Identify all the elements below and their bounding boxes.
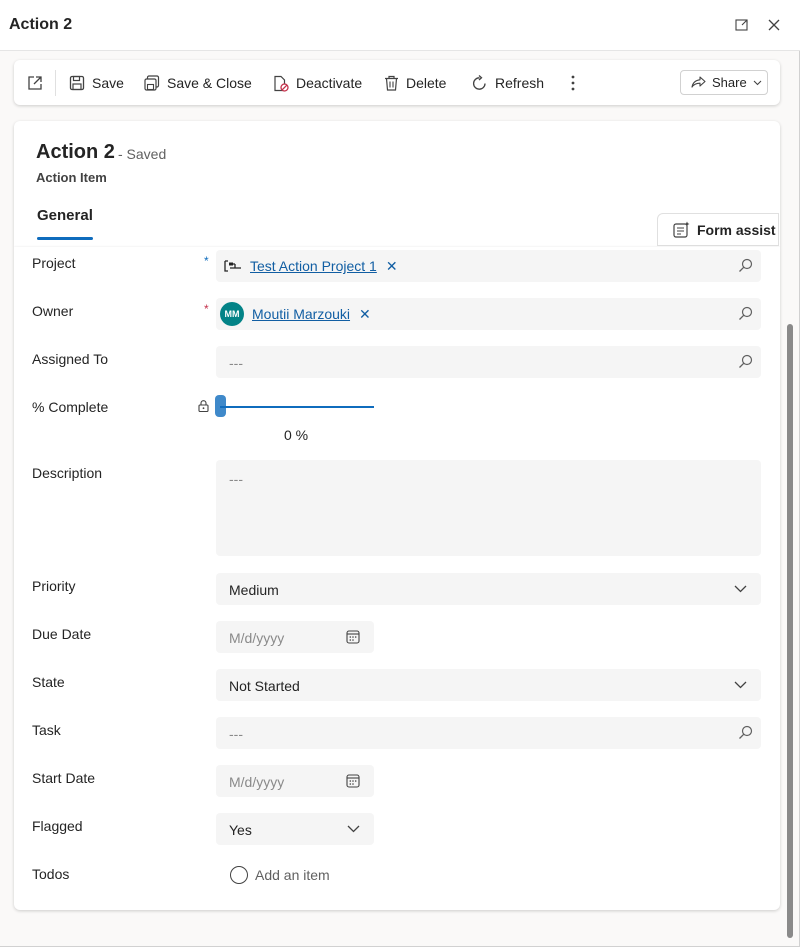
assigned-to-placeholder: ---: [229, 355, 243, 371]
state-value: Not Started: [229, 678, 300, 694]
share-button[interactable]: Share: [680, 70, 768, 95]
project-tag: Test Action Project 1 ✕: [224, 256, 398, 276]
owner-link[interactable]: Moutii Marzouki: [252, 306, 350, 322]
priority-value: Medium: [229, 582, 279, 598]
dialog-titlebar: Action 2: [0, 0, 800, 51]
description-placeholder: ---: [229, 471, 243, 487]
due-date-input[interactable]: M/d/yyyy: [216, 621, 374, 653]
search-icon[interactable]: [738, 354, 753, 369]
deactivate-label: Deactivate: [296, 75, 363, 91]
share-label: Share: [712, 75, 747, 90]
search-icon[interactable]: [738, 258, 753, 273]
delete-button[interactable]: Delete: [384, 72, 446, 94]
form-assist-label: Form assist: [697, 221, 776, 238]
task-lookup[interactable]: ---: [216, 717, 761, 749]
deactivate-button[interactable]: Deactivate: [272, 72, 362, 94]
search-icon[interactable]: [738, 725, 753, 740]
open-button[interactable]: [26, 72, 51, 94]
save-close-button[interactable]: Save & Close: [144, 72, 252, 94]
deactivate-icon: [274, 75, 289, 92]
start-date-placeholder: M/d/yyyy: [229, 774, 285, 790]
start-date-label: Start Date: [32, 770, 96, 786]
state-label: State: [32, 674, 65, 690]
save-icon: [69, 75, 85, 91]
percent-complete-value: 0 %: [284, 427, 309, 443]
save-label: Save: [92, 75, 124, 91]
flagged-label: Flagged: [32, 818, 83, 834]
priority-select[interactable]: Medium: [216, 573, 761, 605]
entity-name: Action Item: [36, 170, 107, 185]
priority-label: Priority: [32, 578, 76, 594]
due-date-placeholder: M/d/yyyy: [229, 630, 285, 646]
trash-icon: [385, 75, 398, 91]
close-button[interactable]: [764, 15, 784, 35]
share-icon: [691, 75, 706, 88]
open-in-new-window-icon: [735, 19, 748, 31]
form-assist-button[interactable]: Form assist: [657, 213, 779, 246]
owner-required-marker: *: [204, 302, 209, 316]
tab-selected-indicator: [37, 237, 93, 240]
task-label: Task: [32, 722, 61, 738]
command-bar: Save Save & Close Deactivate Delete Refr…: [14, 60, 780, 105]
chevron-down-icon: [347, 825, 360, 833]
chevron-down-icon: [734, 585, 747, 593]
due-date-label: Due Date: [32, 626, 92, 642]
lock-icon: [198, 400, 209, 412]
calendar-icon[interactable]: [346, 774, 360, 788]
description-label: Description: [32, 465, 103, 481]
add-todo-item[interactable]: Add an item: [230, 866, 330, 884]
flagged-value: Yes: [229, 822, 252, 838]
more-commands-button[interactable]: [570, 72, 583, 94]
avatar: MM: [220, 302, 244, 326]
percent-complete-slider-track[interactable]: [220, 406, 374, 408]
refresh-button[interactable]: Refresh: [471, 72, 544, 94]
assigned-to-lookup[interactable]: ---: [216, 346, 761, 378]
owner-tag: MM Moutii Marzouki ✕: [220, 302, 371, 326]
save-status: - Saved: [118, 146, 167, 162]
remove-owner-icon[interactable]: ✕: [359, 306, 371, 323]
refresh-label: Refresh: [495, 75, 545, 91]
percent-complete-label: % Complete: [32, 399, 109, 415]
chevron-down-icon: [753, 80, 762, 85]
popout-button[interactable]: [732, 15, 752, 35]
add-todo-label: Add an item: [255, 867, 330, 883]
project-icon: [224, 260, 241, 272]
open-icon: [28, 76, 42, 90]
toolbar-divider: [55, 70, 56, 96]
todos-label: Todos: [32, 866, 70, 882]
dialog-title: Action 2: [9, 16, 73, 33]
search-icon[interactable]: [738, 306, 753, 321]
start-date-input[interactable]: M/d/yyyy: [216, 765, 374, 797]
close-icon: [768, 19, 780, 31]
owner-lookup[interactable]: MM Moutii Marzouki ✕: [216, 298, 761, 330]
assigned-to-label: Assigned To: [32, 351, 109, 367]
record-dialog: Action 2 Save Save & Close Deactivate De…: [0, 0, 800, 947]
project-label: Project: [32, 255, 76, 271]
calendar-icon[interactable]: [346, 630, 360, 644]
project-recommended-marker: *: [204, 254, 209, 268]
save-close-icon: [144, 75, 160, 91]
state-select[interactable]: Not Started: [216, 669, 761, 701]
circle-icon: [230, 866, 248, 884]
tab-general[interactable]: General: [37, 207, 93, 224]
project-link[interactable]: Test Action Project 1: [250, 258, 377, 274]
percent-complete-slider-thumb[interactable]: [215, 395, 226, 417]
save-close-label: Save & Close: [167, 75, 252, 91]
flagged-select[interactable]: Yes: [216, 813, 374, 845]
record-title: Action 2: [36, 141, 115, 163]
more-vertical-icon: [571, 75, 575, 91]
description-textarea[interactable]: ---: [216, 460, 761, 556]
project-lookup[interactable]: Test Action Project 1 ✕: [216, 250, 761, 282]
refresh-icon: [472, 74, 486, 90]
task-placeholder: ---: [229, 726, 243, 742]
scrollbar-thumb[interactable]: [787, 324, 793, 938]
chevron-down-icon: [734, 681, 747, 689]
owner-label: Owner: [32, 303, 74, 319]
remove-project-icon[interactable]: ✕: [386, 258, 398, 275]
save-button[interactable]: Save: [69, 72, 124, 94]
delete-label: Delete: [406, 75, 447, 91]
form-assist-icon: [673, 221, 690, 238]
